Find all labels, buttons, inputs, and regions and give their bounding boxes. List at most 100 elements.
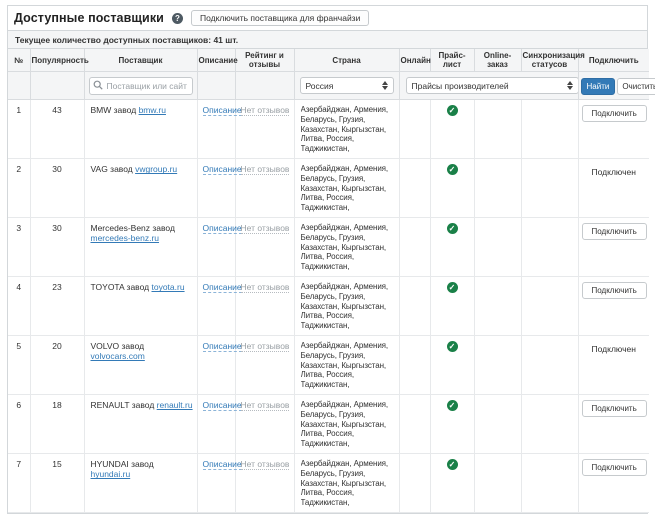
reviews-label[interactable]: Нет отзывов [241, 164, 290, 175]
table-row: 6 18 RENAULT завод renault.ru Описание Н… [8, 395, 649, 454]
connect-button[interactable]: Подключить [582, 223, 647, 240]
suppliers-count-text: Текущее количество доступных поставщиков… [8, 31, 647, 49]
reviews-label[interactable]: Нет отзывов [241, 341, 290, 352]
pricelist-check-icon: ✓ [447, 223, 458, 234]
connect-button[interactable]: Подключить [582, 459, 647, 476]
pricelist-check-icon: ✓ [447, 164, 458, 175]
pricelist-filter-value: Прайсы производителей [412, 81, 509, 91]
table-row: 2 30 VAG завод vwgroup.ru Описание Нет о… [8, 159, 649, 218]
page-title: Доступные поставщики [14, 11, 164, 25]
countries-list: Азербайджан, Армения, Беларусь, Грузия, … [301, 223, 393, 271]
supplier-name: Mercedes-Benz завод [91, 223, 175, 233]
pricelist-check-icon: ✓ [447, 282, 458, 293]
description-link[interactable]: Описание [203, 164, 242, 175]
row-number: 7 [8, 454, 30, 513]
search-icon [93, 80, 103, 90]
col-header-connect: Подключить [578, 49, 649, 72]
supplier-site-link[interactable]: vwgroup.ru [135, 164, 177, 174]
supplier-name: VOLVO завод [91, 341, 145, 351]
col-header-supplier: Поставщик [84, 49, 197, 72]
online-order-cell [474, 159, 521, 218]
table-row: 5 20 VOLVO завод volvocars.com Описание … [8, 336, 649, 395]
online-cell [399, 454, 430, 513]
pricelist-filter-select[interactable]: Прайсы производителей [406, 77, 579, 94]
supplier-search-input[interactable] [89, 77, 193, 95]
online-order-cell [474, 277, 521, 336]
status-sync-cell [521, 159, 578, 218]
countries-list: Азербайджан, Армения, Беларусь, Грузия, … [301, 164, 393, 212]
popularity-value: 30 [30, 159, 84, 218]
col-header-pricelist: Прайс-лист [430, 49, 474, 72]
col-header-num: № [8, 49, 30, 72]
supplier-site-link[interactable]: toyota.ru [151, 282, 184, 292]
status-sync-cell [521, 277, 578, 336]
description-link[interactable]: Описание [203, 400, 242, 411]
description-link[interactable]: Описание [203, 282, 242, 293]
description-link[interactable]: Описание [203, 105, 242, 116]
supplier-name: TOYOTA завод [91, 282, 150, 292]
online-cell [399, 159, 430, 218]
supplier-site-link[interactable]: hyundai.ru [91, 469, 131, 479]
select-arrows-icon [382, 81, 388, 90]
online-order-cell [474, 100, 521, 159]
popularity-value: 30 [30, 218, 84, 277]
connect-button[interactable]: Подключить [582, 400, 647, 417]
countries-list: Азербайджан, Армения, Беларусь, Грузия, … [301, 459, 393, 507]
connect-franchise-supplier-button[interactable]: Подключить поставщика для франчайзи [191, 10, 369, 26]
supplier-name: VAG завод [91, 164, 133, 174]
col-header-online: Онлайн [399, 49, 430, 72]
countries-list: Азербайджан, Армения, Беларусь, Грузия, … [301, 105, 393, 153]
suppliers-table: № Популярность Поставщик Описание Рейтин… [8, 49, 649, 513]
pricelist-check-icon: ✓ [447, 400, 458, 411]
supplier-name: BMW завод [91, 105, 137, 115]
pricelist-check-icon: ✓ [447, 341, 458, 352]
row-number: 6 [8, 395, 30, 454]
reviews-label[interactable]: Нет отзывов [241, 400, 290, 411]
description-link[interactable]: Описание [203, 223, 242, 234]
status-sync-cell [521, 395, 578, 454]
popularity-value: 20 [30, 336, 84, 395]
available-suppliers-panel: Доступные поставщики ? Подключить постав… [7, 5, 648, 514]
supplier-site-link[interactable]: renault.ru [157, 400, 193, 410]
status-sync-cell [521, 336, 578, 395]
help-icon[interactable]: ? [172, 13, 183, 24]
supplier-site-link[interactable]: mercedes-benz.ru [91, 233, 160, 243]
online-cell [399, 277, 430, 336]
connected-status: Подключен [592, 164, 636, 177]
row-number: 1 [8, 100, 30, 159]
clear-button[interactable]: Очистить [617, 78, 655, 95]
table-row: 4 23 TOYOTA завод toyota.ru Описание Нет… [8, 277, 649, 336]
online-cell [399, 218, 430, 277]
description-link[interactable]: Описание [203, 341, 242, 352]
connect-button[interactable]: Подключить [582, 105, 647, 122]
supplier-site-link[interactable]: volvocars.com [91, 351, 145, 361]
reviews-label[interactable]: Нет отзывов [241, 105, 290, 116]
reviews-label[interactable]: Нет отзывов [241, 282, 290, 293]
popularity-value: 23 [30, 277, 84, 336]
table-row: 3 30 Mercedes-Benz завод mercedes-benz.r… [8, 218, 649, 277]
connect-button[interactable]: Подключить [582, 282, 647, 299]
online-order-cell [474, 336, 521, 395]
reviews-label[interactable]: Нет отзывов [241, 459, 290, 470]
select-arrows-icon [567, 81, 573, 90]
title-bar: Доступные поставщики ? Подключить постав… [8, 6, 647, 31]
status-sync-cell [521, 100, 578, 159]
popularity-value: 43 [30, 100, 84, 159]
row-number: 5 [8, 336, 30, 395]
status-sync-cell [521, 454, 578, 513]
find-button[interactable]: Найти [581, 78, 616, 95]
popularity-value: 18 [30, 395, 84, 454]
connected-status: Подключен [592, 341, 636, 354]
col-header-online-order: Online-заказ [474, 49, 521, 72]
table-header-row: № Популярность Поставщик Описание Рейтин… [8, 49, 649, 72]
popularity-value: 15 [30, 454, 84, 513]
row-number: 3 [8, 218, 30, 277]
country-filter-value: Россия [306, 81, 334, 91]
pricelist-check-icon: ✓ [447, 105, 458, 116]
supplier-site-link[interactable]: bmw.ru [139, 105, 166, 115]
description-link[interactable]: Описание [203, 459, 242, 470]
reviews-label[interactable]: Нет отзывов [241, 223, 290, 234]
online-cell [399, 336, 430, 395]
col-header-rating: Рейтинг и отзывы [235, 49, 294, 72]
country-filter-select[interactable]: Россия [300, 77, 394, 94]
